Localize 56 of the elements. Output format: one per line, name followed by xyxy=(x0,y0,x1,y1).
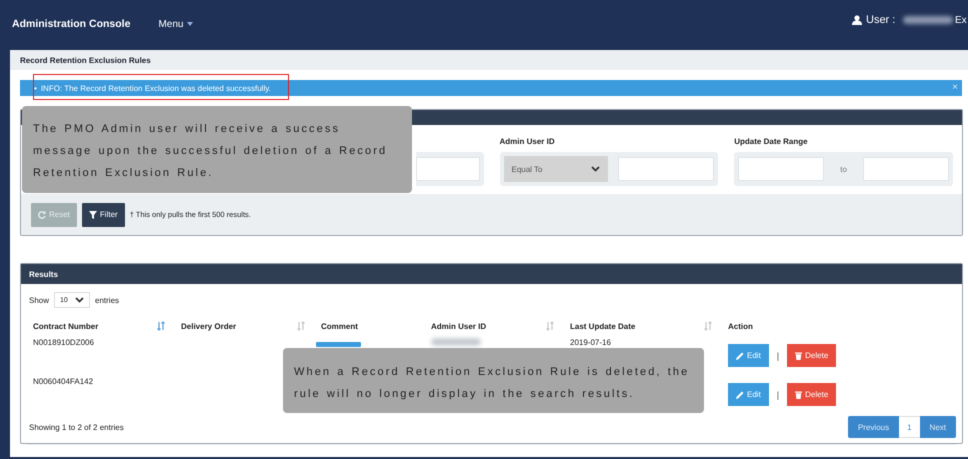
chevron-down-icon xyxy=(590,166,600,172)
edit-button[interactable]: Edit xyxy=(728,383,769,406)
column-header: Comment xyxy=(321,322,358,330)
pencil-icon xyxy=(736,390,744,398)
callout-note: The PMO Admin user will receive a success message upon the successful deletion of a Record Retention Exclusion Rule. xyxy=(22,106,412,193)
column-header: Action xyxy=(728,322,753,330)
action-separator: | xyxy=(776,350,780,360)
range-separator: to xyxy=(839,164,848,174)
column-header: Delivery Order xyxy=(181,322,236,330)
close-button[interactable]: × xyxy=(952,82,958,93)
entries-summary: Showing 1 to 2 of 2 entries xyxy=(28,422,124,432)
date-field[interactable] xyxy=(738,157,824,181)
edit-button[interactable]: Edit xyxy=(728,344,769,367)
trash-icon xyxy=(795,352,802,360)
user-icon xyxy=(852,15,862,25)
table-cell: N0060404FA142 xyxy=(33,377,94,386)
caret-icon xyxy=(187,22,194,26)
entries-label: entries xyxy=(95,296,120,304)
page-title: Record Retention Exclusion Rules xyxy=(20,56,151,64)
delete-button[interactable]: Delete xyxy=(787,383,836,406)
operator-select[interactable]: Equal To xyxy=(504,156,608,182)
table-cell: 2019-07-16 xyxy=(570,338,611,347)
filter-button[interactable]: Filter xyxy=(82,202,125,226)
sort-icon[interactable] xyxy=(704,321,712,331)
comment-button[interactable] xyxy=(316,342,361,347)
table-cell: N0018910DZ006 xyxy=(33,338,94,347)
alert-message: INFO: The Record Retention Exclusion was deleted successfully. xyxy=(40,84,271,92)
app-title: Administration Console xyxy=(12,18,130,30)
input-field[interactable] xyxy=(416,157,480,181)
column-header: Contract Number xyxy=(33,322,98,330)
action-separator: | xyxy=(776,390,780,400)
header-link[interactable]: Ex xyxy=(955,15,967,26)
trash-icon xyxy=(795,390,802,398)
column-header: Last Update Date xyxy=(570,322,636,330)
filter-label: Update Date Range xyxy=(734,137,809,147)
pager-button[interactable]: Next xyxy=(920,416,956,438)
menu-dropdown[interactable]: Menu xyxy=(158,18,194,30)
pencil-icon xyxy=(736,352,744,360)
callout-note: When a Record Retention Exclusion Rule is deleted, the rule will no longer display in the search results. xyxy=(283,348,704,413)
show-label: Show xyxy=(29,296,50,304)
column-header: Admin User ID xyxy=(431,322,486,330)
filter-label: Admin User ID xyxy=(500,137,556,147)
sort-icon[interactable] xyxy=(546,321,554,331)
pager-button[interactable]: Previous xyxy=(848,416,900,438)
filter-icon xyxy=(88,210,97,218)
page-button[interactable]: 1 xyxy=(899,416,920,438)
refresh-icon xyxy=(38,210,46,218)
input-field[interactable] xyxy=(618,157,714,181)
bullet: • xyxy=(34,84,37,92)
chevron-down-icon xyxy=(75,297,84,303)
sort-icon[interactable] xyxy=(157,321,165,331)
delete-button[interactable]: Delete xyxy=(787,344,836,367)
date-field[interactable] xyxy=(862,157,950,181)
sort-icon[interactable] xyxy=(297,321,305,331)
panel-title: Results xyxy=(29,270,58,278)
user-label: User : xyxy=(866,14,896,26)
